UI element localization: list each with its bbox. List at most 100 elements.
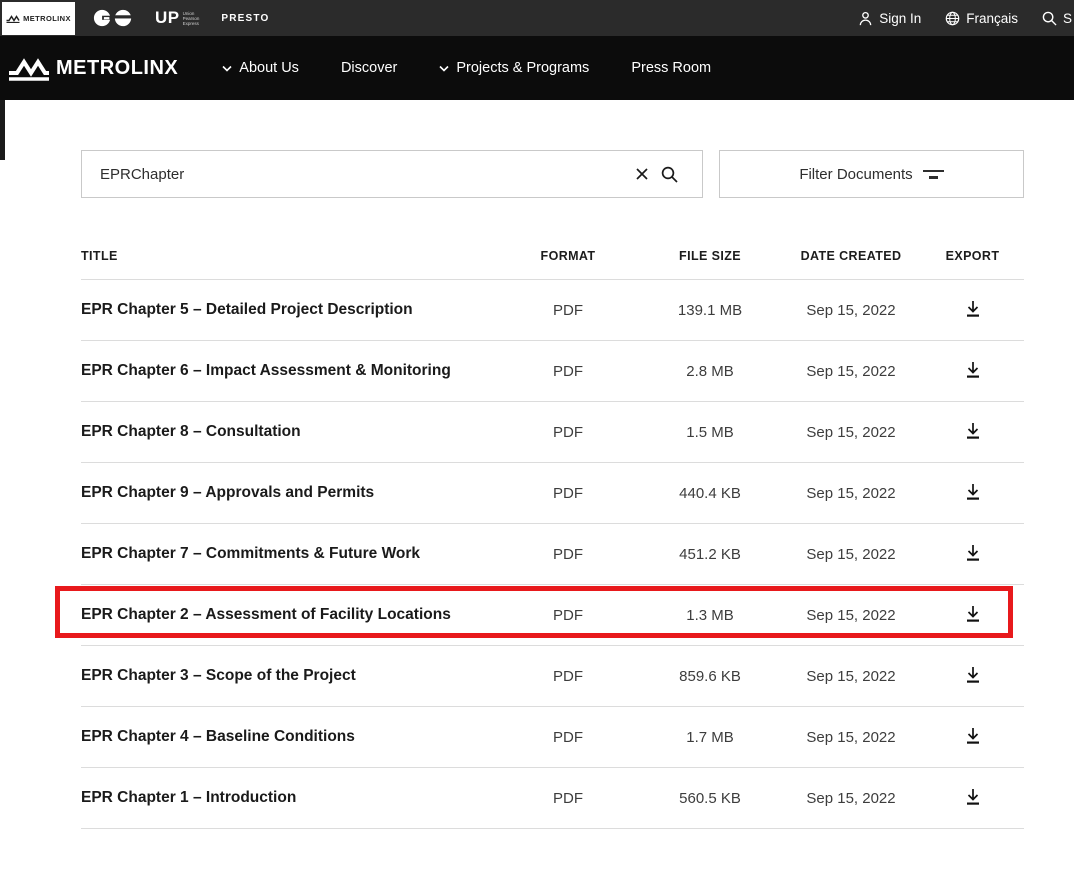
header-date-created: DATE CREATED [781,249,921,263]
document-title[interactable]: EPR Chapter 4 – Baseline Conditions [81,728,497,746]
nav-item-about-us[interactable]: About Us [222,60,299,76]
header-title: TITLE [81,249,497,263]
document-search-input[interactable] [100,166,629,183]
document-file-size: 859.6 KB [639,668,781,685]
table-row: EPR Chapter 4 – Baseline Conditions PDF … [81,707,1024,768]
nav-item-projects-programs[interactable]: Projects & Programs [439,60,589,76]
filter-documents-button[interactable]: Filter Documents [719,150,1024,198]
download-icon [965,483,981,501]
main-nav: METROLINX About Us Discover Projects & P… [0,36,1074,100]
table-row: EPR Chapter 6 – Impact Assessment & Moni… [81,341,1024,402]
download-button[interactable] [957,723,989,752]
document-title[interactable]: EPR Chapter 2 – Assessment of Facility L… [81,606,497,624]
table-row-highlighted: EPR Chapter 2 – Assessment of Facility L… [81,585,1024,646]
globe-icon [945,11,960,26]
submit-search-button[interactable] [655,160,684,189]
document-file-size: 139.1 MB [639,302,781,319]
chevron-down-icon [222,65,232,72]
document-date-created: Sep 15, 2022 [781,424,921,441]
download-button[interactable] [957,357,989,386]
nav-item-press-room[interactable]: Press Room [631,60,711,76]
metrolinx-logo-icon [8,55,50,81]
download-icon [965,605,981,623]
document-title[interactable]: EPR Chapter 3 – Scope of the Project [81,667,497,685]
clear-search-button[interactable] [629,161,655,187]
person-icon [858,11,873,26]
download-icon [965,300,981,318]
document-date-created: Sep 15, 2022 [781,729,921,746]
download-icon [965,788,981,806]
language-toggle[interactable]: Français [945,11,1018,26]
document-format: PDF [497,485,639,502]
up-express-logo[interactable]: UP Union Pearson Express [155,8,199,28]
document-date-created: Sep 15, 2022 [781,302,921,319]
document-format: PDF [497,363,639,380]
download-button[interactable] [957,601,989,630]
sign-in-link[interactable]: Sign In [858,11,921,26]
header-file-size: FILE SIZE [639,249,781,263]
document-format: PDF [497,729,639,746]
download-button[interactable] [957,540,989,569]
up-logo-label: UP [155,8,180,28]
document-file-size: 1.7 MB [639,729,781,746]
download-icon [965,666,981,684]
metrolinx-brand-label: METROLINX [56,57,178,80]
download-button[interactable] [957,479,989,508]
document-file-size: 1.5 MB [639,424,781,441]
filter-documents-label: Filter Documents [799,166,912,183]
document-file-size: 440.4 KB [639,485,781,502]
document-title[interactable]: EPR Chapter 6 – Impact Assessment & Moni… [81,362,497,380]
go-transit-logo[interactable] [93,8,133,28]
document-title[interactable]: EPR Chapter 9 – Approvals and Permits [81,484,497,502]
table-row: EPR Chapter 7 – Commitments & Future Wor… [81,524,1024,585]
close-icon [635,167,649,181]
download-button[interactable] [957,784,989,813]
presto-logo[interactable]: PRESTO [221,13,269,24]
document-file-size: 451.2 KB [639,546,781,563]
utility-bar: METROLINX UP Union Pearson Express PREST… [0,0,1074,36]
document-title[interactable]: EPR Chapter 1 – Introduction [81,789,497,807]
document-title[interactable]: EPR Chapter 5 – Detailed Project Descrip… [81,301,497,319]
download-icon [965,361,981,379]
metrolinx-home-link[interactable]: METROLINX [8,55,178,81]
metrolinx-tab[interactable]: METROLINX [2,2,75,35]
table-row: EPR Chapter 8 – Consultation PDF 1.5 MB … [81,402,1024,463]
sign-in-label: Sign In [879,11,921,26]
document-file-size: 2.8 MB [639,363,781,380]
document-date-created: Sep 15, 2022 [781,668,921,685]
document-format: PDF [497,607,639,624]
search-icon [661,166,678,183]
site-search-link[interactable]: S [1042,11,1072,26]
document-date-created: Sep 15, 2022 [781,790,921,807]
metrolinx-tab-label: METROLINX [23,14,71,23]
document-date-created: Sep 15, 2022 [781,546,921,563]
download-icon [965,727,981,745]
filter-icon [923,170,944,179]
document-title[interactable]: EPR Chapter 8 – Consultation [81,423,497,441]
document-format: PDF [497,424,639,441]
nav-item-discover[interactable]: Discover [341,60,397,76]
language-label: Français [966,11,1018,26]
site-search-label: S [1063,11,1072,26]
document-date-created: Sep 15, 2022 [781,485,921,502]
table-row: EPR Chapter 9 – Approvals and Permits PD… [81,463,1024,524]
download-button[interactable] [957,418,989,447]
download-button[interactable] [957,296,989,325]
download-icon [965,422,981,440]
document-format: PDF [497,546,639,563]
document-file-size: 560.5 KB [639,790,781,807]
download-icon [965,544,981,562]
document-format: PDF [497,790,639,807]
chevron-down-icon [439,65,449,72]
table-row: EPR Chapter 5 – Detailed Project Descrip… [81,280,1024,341]
download-button[interactable] [957,662,989,691]
document-format: PDF [497,302,639,319]
document-date-created: Sep 15, 2022 [781,363,921,380]
document-file-size: 1.3 MB [639,607,781,624]
document-search-box [81,150,703,198]
table-row: EPR Chapter 1 – Introduction PDF 560.5 K… [81,768,1024,829]
header-format: FORMAT [497,249,639,263]
document-title[interactable]: EPR Chapter 7 – Commitments & Future Wor… [81,545,497,563]
documents-table: TITLE FORMAT FILE SIZE DATE CREATED EXPO… [81,232,1024,829]
header-export: EXPORT [921,249,1024,263]
